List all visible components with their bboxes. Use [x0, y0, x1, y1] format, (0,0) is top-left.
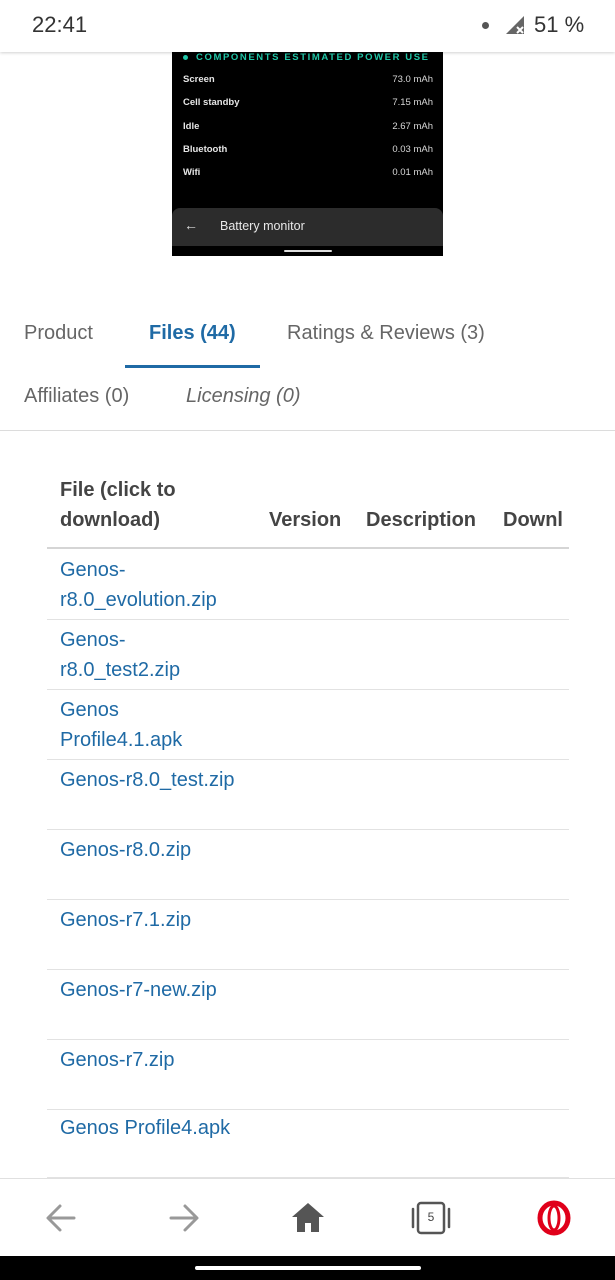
file-link[interactable]: Genos-r8.0_evolution.zip	[60, 555, 260, 615]
system-gesture-bar	[0, 1256, 615, 1280]
file-link[interactable]: Genos Profile4.1.apk	[60, 695, 260, 755]
component-name: Screen	[183, 74, 215, 85]
screenshot-bar-title: Battery monitor	[220, 219, 305, 233]
file-link[interactable]: Genos-r7-new.zip	[60, 975, 260, 1005]
column-header-file-line1: File (click to	[60, 479, 176, 501]
file-link[interactable]: Genos Profile4.apk	[60, 1113, 260, 1143]
screenshot-bottom-bar: ← Battery monitor	[172, 208, 443, 246]
file-link-line2: r8.0_evolution.zip	[60, 589, 217, 611]
tabs-button[interactable]: 5	[400, 1179, 462, 1257]
file-link-line2: r8.0_test2.zip	[60, 659, 181, 681]
file-link-line1: Genos	[60, 699, 119, 721]
file-link-line1: Genos-	[60, 559, 126, 581]
component-value: 7.15 mAh	[392, 97, 433, 108]
status-bar: 22:41 51 %	[0, 0, 615, 52]
table-row: Genos-r8.0_evolution.zip	[47, 549, 569, 620]
tab-ratings-reviews[interactable]: Ratings & Reviews (3)	[287, 322, 485, 345]
column-header-description[interactable]: Description	[366, 505, 476, 535]
component-name: Bluetooth	[183, 144, 228, 155]
tabs-divider	[0, 430, 615, 431]
home-icon	[292, 1203, 324, 1232]
screenshot-row: Cell standby 7.15 mAh	[183, 97, 433, 108]
forward-arrow-icon	[169, 1204, 199, 1232]
screenshot-row: Idle 2.67 mAh	[183, 121, 433, 132]
browser-nav-bar: 5	[0, 1178, 615, 1257]
notification-dot-icon	[482, 22, 489, 29]
file-link[interactable]: Genos-r8.0_test2.zip	[60, 625, 260, 685]
file-link[interactable]: Genos-r8.0.zip	[60, 835, 260, 865]
file-link[interactable]: Genos-r7.1.zip	[60, 905, 260, 935]
table-row: Genos Profile4.1.apk	[47, 689, 569, 760]
table-row: Genos-r8.0.zip	[47, 829, 569, 900]
tab-affiliates[interactable]: Affiliates (0)	[24, 385, 129, 408]
file-link-line2: Profile4.1.apk	[60, 729, 183, 751]
tab-licensing[interactable]: Licensing (0)	[186, 385, 301, 408]
tab-count: 5	[427, 1210, 435, 1224]
back-button[interactable]	[30, 1179, 92, 1257]
file-link-line1: Genos-	[60, 629, 126, 651]
table-row: Genos-r7.zip	[47, 1039, 569, 1110]
table-row: Genos-r7.1.zip	[47, 899, 569, 970]
forward-button[interactable]	[153, 1179, 215, 1257]
screenshot-header: COMPONENTS ESTIMATED POWER USE	[183, 52, 430, 63]
component-name: Wifi	[183, 167, 201, 178]
active-tab-indicator	[125, 365, 260, 368]
back-arrow-icon	[46, 1204, 76, 1232]
bullet-icon	[183, 54, 188, 60]
component-value: 2.67 mAh	[392, 121, 433, 132]
table-row: Genos-r8.0_test.zip	[47, 759, 569, 830]
screenshot-row: Bluetooth 0.03 mAh	[183, 144, 433, 155]
column-header-file[interactable]: File (click to download)	[60, 475, 176, 535]
column-header-version[interactable]: Version	[269, 505, 341, 535]
screenshot-row: Screen 73.0 mAh	[183, 74, 433, 85]
tab-product[interactable]: Product	[24, 322, 93, 345]
file-link[interactable]: Genos-r7.zip	[60, 1045, 260, 1075]
column-header-file-line2: download)	[60, 509, 160, 531]
table-row: Genos-r7-new.zip	[47, 969, 569, 1040]
component-value: 0.01 mAh	[392, 167, 433, 178]
file-link[interactable]: Genos-r8.0_test.zip	[60, 765, 260, 795]
tab-files[interactable]: Files (44)	[149, 322, 236, 345]
gesture-handle[interactable]	[195, 1266, 421, 1270]
opera-menu-button[interactable]	[523, 1179, 585, 1257]
back-arrow-icon: ←	[184, 217, 198, 233]
product-screenshot[interactable]: COMPONENTS ESTIMATED POWER USE Screen 73…	[172, 52, 443, 256]
opera-logo-icon	[537, 1200, 571, 1236]
screenshot-gesture-pill	[284, 250, 332, 252]
component-name: Cell standby	[183, 97, 240, 108]
column-header-downloads[interactable]: Downl	[503, 505, 569, 535]
no-signal-icon	[506, 16, 524, 34]
battery-percentage: 51 %	[534, 12, 585, 37]
table-row: Genos-r8.0_test2.zip	[47, 619, 569, 690]
home-button[interactable]	[277, 1179, 339, 1257]
screenshot-header-text: COMPONENTS ESTIMATED POWER USE	[196, 52, 430, 63]
component-value: 0.03 mAh	[392, 144, 433, 155]
component-name: Idle	[183, 121, 200, 132]
status-time: 22:41	[32, 12, 88, 37]
table-row: Genos Profile4.apk	[47, 1107, 569, 1178]
component-value: 73.0 mAh	[392, 74, 433, 85]
screenshot-row: Wifi 0.01 mAh	[183, 167, 433, 178]
